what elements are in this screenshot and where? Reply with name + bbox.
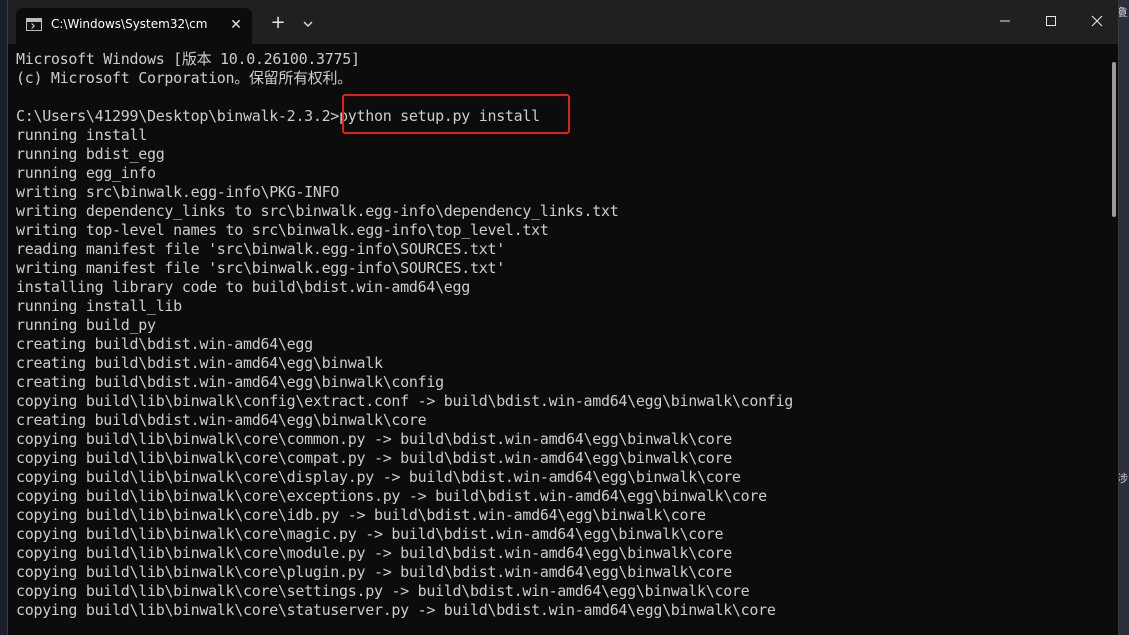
console-line: copying build\lib\binwalk\config\extract…	[16, 392, 794, 410]
console-line: running install	[16, 126, 147, 144]
tab-title: C:\Windows\System32\cmd.ex	[51, 17, 207, 31]
console-line: copying build\lib\binwalk\core\settings.…	[16, 582, 750, 600]
close-button[interactable]	[1074, 4, 1118, 38]
console-line: writing manifest file 'src\binwalk.egg-i…	[16, 259, 505, 277]
tab-close-button[interactable]: ✕	[226, 15, 246, 35]
console-line: copying build\lib\binwalk\core\module.py…	[16, 544, 732, 562]
console-line: running build_py	[16, 316, 156, 334]
console-line: creating build\bdist.win-amd64\egg\binwa…	[16, 373, 444, 391]
tab-cmd[interactable]: C:\Windows\System32\cmd.ex ✕	[16, 8, 252, 44]
terminal-window: C:\Windows\System32\cmd.ex ✕ + Mi	[7, 0, 1119, 635]
console-line: creating build\bdist.win-amd64\egg	[16, 335, 313, 353]
maximize-button[interactable]	[1028, 4, 1074, 38]
console-line: writing src\binwalk.egg-info\PKG-INFO	[16, 183, 340, 201]
console-line: copying build\lib\binwalk\core\display.p…	[16, 468, 741, 486]
console-line: copying build\lib\binwalk\core\common.py…	[16, 430, 732, 448]
console-line: (c) Microsoft Corporation。保留所有权利。	[16, 69, 352, 87]
console-line: creating build\bdist.win-amd64\egg\binwa…	[16, 354, 383, 372]
title-bar[interactable]: C:\Windows\System32\cmd.ex ✕ +	[8, 0, 1118, 44]
console-line: installing library code to build\bdist.w…	[16, 278, 471, 296]
console-line: running install_lib	[16, 297, 182, 315]
maximize-icon	[1046, 16, 1056, 26]
console-line: copying build\lib\binwalk\core\compat.py…	[16, 449, 732, 467]
console-line: reading manifest file 'src\binwalk.egg-i…	[16, 240, 505, 258]
console-line: running egg_info	[16, 164, 156, 182]
console-line: running bdist_egg	[16, 145, 165, 163]
tab-dropdown-button[interactable]	[296, 12, 320, 36]
console-line: copying build\lib\binwalk\core\plugin.py…	[16, 563, 732, 581]
console-line: copying build\lib\binwalk\core\magic.py …	[16, 525, 724, 543]
minimize-button[interactable]	[982, 4, 1028, 38]
minimize-icon	[1000, 20, 1010, 22]
console-line: copying build\lib\binwalk\core\exception…	[16, 487, 767, 505]
console-line: creating build\bdist.win-amd64\egg\binwa…	[16, 411, 427, 429]
cmd-terminal-icon	[26, 18, 42, 31]
close-icon	[1091, 15, 1103, 27]
vertical-scrollbar[interactable]	[1112, 62, 1116, 217]
console-line: writing top-level names to src\binwalk.e…	[16, 221, 549, 239]
console-line: C:\Users\41299\Desktop\binwalk-2.3.2>pyt…	[16, 107, 540, 125]
console-line: writing dependency_links to src\binwalk.…	[16, 202, 619, 220]
console-line: copying build\lib\binwalk\core\idb.py ->…	[16, 506, 706, 524]
chevron-down-icon	[303, 21, 313, 27]
terminal-content[interactable]: Microsoft Windows [版本 10.0.26100.3775] (c…	[8, 44, 1118, 635]
console-line: Microsoft Windows [版本 10.0.26100.3775]	[16, 50, 360, 68]
new-tab-button[interactable]: +	[266, 12, 290, 36]
console-output[interactable]: Microsoft Windows [版本 10.0.26100.3775] (c…	[16, 50, 1106, 620]
console-line: copying build\lib\binwalk\core\statuserv…	[16, 601, 776, 619]
